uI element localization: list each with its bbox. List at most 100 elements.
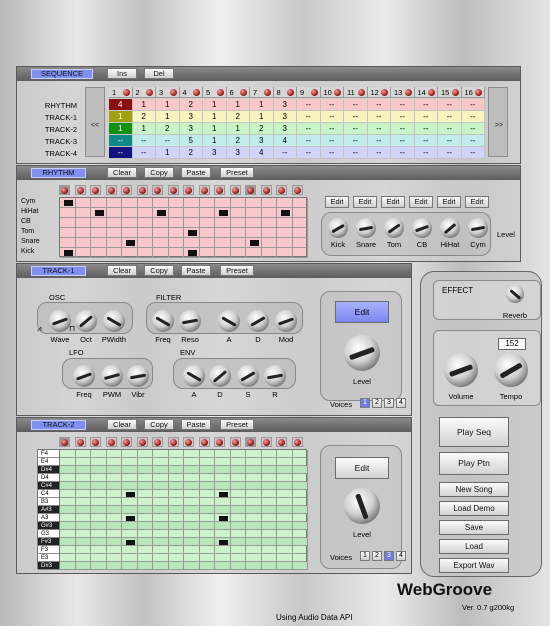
track2-note-cell[interactable] bbox=[199, 506, 215, 514]
track2-note-cell[interactable] bbox=[168, 458, 184, 466]
track2-note-cell[interactable] bbox=[153, 498, 169, 506]
track2-note-cell[interactable] bbox=[199, 482, 215, 490]
piano-key[interactable]: G3 bbox=[38, 530, 60, 538]
rhythm-cell[interactable] bbox=[60, 238, 76, 248]
sequence-cell[interactable]: -- bbox=[414, 99, 438, 111]
sequence-cell[interactable]: 4 bbox=[109, 99, 133, 111]
sequence-cell[interactable]: -- bbox=[414, 135, 438, 147]
track2-note-cell[interactable] bbox=[199, 522, 215, 530]
track2-note-cell[interactable] bbox=[277, 450, 293, 458]
filter-reso-knob[interactable] bbox=[179, 310, 201, 332]
track2-note-cell[interactable] bbox=[137, 490, 153, 498]
track2-note-cell[interactable] bbox=[122, 554, 138, 562]
rhythm-cell[interactable] bbox=[137, 218, 153, 228]
track2-note-cell[interactable] bbox=[106, 482, 122, 490]
track2-note-cell[interactable] bbox=[75, 554, 91, 562]
piano-key[interactable]: D#4 bbox=[38, 466, 60, 474]
track2-note-cell[interactable] bbox=[199, 562, 215, 570]
sequence-cell[interactable]: -- bbox=[391, 111, 415, 123]
sequence-cell[interactable]: -- bbox=[391, 147, 415, 159]
track2-note-cell[interactable] bbox=[246, 514, 262, 522]
track2-note-cell[interactable] bbox=[91, 466, 107, 474]
track2-note-cell[interactable] bbox=[122, 522, 138, 530]
track2-note-cell[interactable] bbox=[292, 474, 308, 482]
sequence-cell[interactable]: 5 bbox=[179, 135, 203, 147]
track2-note-cell[interactable] bbox=[261, 514, 277, 522]
track2-note-cell[interactable] bbox=[292, 458, 308, 466]
sequence-cell[interactable]: 4 bbox=[273, 135, 297, 147]
track2-note-cell[interactable] bbox=[230, 498, 246, 506]
track2-note-cell[interactable] bbox=[106, 466, 122, 474]
track2-note-cell[interactable] bbox=[261, 458, 277, 466]
rhythm-edit-button-cb[interactable]: Edit bbox=[409, 196, 433, 208]
ins-button[interactable]: Ins bbox=[107, 68, 137, 79]
track2-note-cell[interactable] bbox=[106, 498, 122, 506]
rhythm-cell[interactable] bbox=[215, 218, 231, 228]
osc-oct-knob[interactable] bbox=[75, 310, 97, 332]
track2-note-cell[interactable] bbox=[292, 562, 308, 570]
reverb-knob[interactable] bbox=[506, 285, 524, 303]
track2-note-cell[interactable] bbox=[246, 538, 262, 546]
sequence-cell[interactable]: 1 bbox=[132, 123, 156, 135]
track2-note-cell[interactable] bbox=[199, 450, 215, 458]
track2-clear-button[interactable]: Clear bbox=[107, 419, 137, 430]
sequence-column-header[interactable]: 2 bbox=[132, 87, 156, 98]
rhythm-note[interactable] bbox=[188, 250, 197, 256]
track2-note-cell[interactable] bbox=[261, 490, 277, 498]
track2-note-cell[interactable] bbox=[137, 458, 153, 466]
rhythm-snare-knob[interactable] bbox=[356, 218, 376, 238]
track2-note-cell[interactable] bbox=[137, 554, 153, 562]
rhythm-cell[interactable] bbox=[277, 248, 293, 258]
track2-note-cell[interactable] bbox=[153, 474, 169, 482]
sequence-cell[interactable]: 1 bbox=[132, 99, 156, 111]
lfo-freq-knob[interactable] bbox=[73, 365, 95, 387]
track2-note-cell[interactable] bbox=[292, 514, 308, 522]
track2-note-cell[interactable] bbox=[277, 530, 293, 538]
sequence-cell[interactable]: -- bbox=[461, 123, 485, 135]
rhythm-cell[interactable] bbox=[184, 208, 200, 218]
track2-note-cell[interactable] bbox=[277, 458, 293, 466]
track2-note-cell[interactable] bbox=[153, 554, 169, 562]
track2-note-cell[interactable] bbox=[60, 450, 76, 458]
track2-note-cell[interactable] bbox=[215, 522, 231, 530]
track2-note-cell[interactable] bbox=[168, 466, 184, 474]
track2-note-cell[interactable] bbox=[106, 474, 122, 482]
track2-note-cell[interactable] bbox=[106, 554, 122, 562]
track2-note-cell[interactable] bbox=[168, 498, 184, 506]
track1-voices-3[interactable]: 3 bbox=[384, 398, 394, 408]
track2-note-cell[interactable] bbox=[215, 562, 231, 570]
rhythm-note[interactable] bbox=[126, 240, 135, 246]
sequence-column-header[interactable]: 12 bbox=[367, 87, 391, 98]
rhythm-cell[interactable] bbox=[60, 208, 76, 218]
track2-note-cell[interactable] bbox=[137, 546, 153, 554]
track2-note-cell[interactable] bbox=[184, 522, 200, 530]
rhythm-cell[interactable] bbox=[230, 238, 246, 248]
rhythm-cell[interactable] bbox=[199, 208, 215, 218]
env-r-knob[interactable] bbox=[264, 365, 286, 387]
track2-note-cell[interactable] bbox=[168, 546, 184, 554]
rhythm-cell[interactable] bbox=[277, 218, 293, 228]
track2-note-cell[interactable] bbox=[75, 498, 91, 506]
rhythm-cell[interactable] bbox=[168, 248, 184, 258]
sequence-cell[interactable]: -- bbox=[297, 99, 321, 111]
track2-note-cell[interactable] bbox=[168, 450, 184, 458]
track2-note-cell[interactable] bbox=[246, 482, 262, 490]
track2-note-cell[interactable] bbox=[184, 482, 200, 490]
track2-note-cell[interactable] bbox=[106, 522, 122, 530]
track2-note-cell[interactable] bbox=[230, 490, 246, 498]
track2-note-cell[interactable] bbox=[122, 458, 138, 466]
rhythm-cell[interactable] bbox=[106, 218, 122, 228]
track2-note-cell[interactable] bbox=[230, 506, 246, 514]
filter-freq-knob[interactable] bbox=[152, 310, 174, 332]
track2-note-cell[interactable] bbox=[292, 450, 308, 458]
sequence-cell[interactable]: 1 bbox=[203, 135, 227, 147]
sequence-cell[interactable]: 1 bbox=[226, 123, 250, 135]
sequence-cell[interactable]: -- bbox=[320, 111, 344, 123]
track2-note-cell[interactable] bbox=[184, 530, 200, 538]
rhythm-cell[interactable] bbox=[215, 238, 231, 248]
track2-note-cell[interactable] bbox=[246, 490, 262, 498]
track2-voices-2[interactable]: 2 bbox=[372, 551, 382, 561]
track2-note-cell[interactable] bbox=[60, 490, 76, 498]
track2-note-cell[interactable] bbox=[246, 450, 262, 458]
track2-note-cell[interactable] bbox=[199, 458, 215, 466]
